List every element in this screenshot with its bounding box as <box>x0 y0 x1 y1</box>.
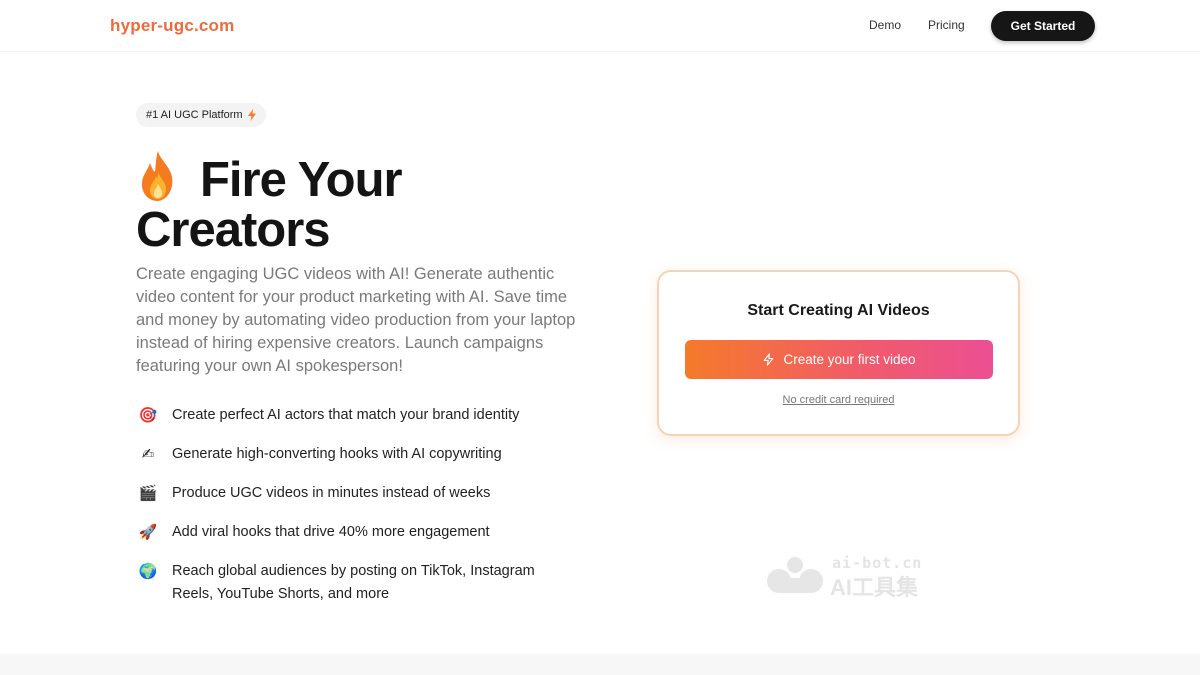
create-first-video-label: Create your first video <box>783 352 916 367</box>
target-icon: 🎯 <box>138 405 158 424</box>
feature-text: Add viral hooks that drive 40% more enga… <box>172 524 490 540</box>
feature-item: 🎬 Produce UGC videos in minutes instead … <box>136 482 576 505</box>
badge-label: #1 AI UGC Platform <box>146 109 243 121</box>
lightning-bolt-icon <box>247 109 256 121</box>
feature-text: Generate high-converting hooks with AI c… <box>172 446 502 462</box>
sparkle-icon <box>764 353 774 366</box>
start-creating-card: Start Creating AI Videos Create your fir… <box>657 270 1020 436</box>
headline-line-1: Fire Your <box>200 153 403 207</box>
nav-link-pricing[interactable]: Pricing <box>928 18 965 32</box>
rocket-icon: 🚀 <box>138 522 158 541</box>
hero-headline: Fire Your Creators <box>136 150 456 255</box>
feature-list: 🎯 Create perfect AI actors that match yo… <box>136 404 576 622</box>
clapper-board-icon: 🎬 <box>138 483 158 502</box>
site-logo[interactable]: hyper-ugc.com <box>110 16 234 36</box>
nav-link-demo[interactable]: Demo <box>869 18 901 32</box>
card-title: Start Creating AI Videos <box>747 302 930 319</box>
no-credit-card-note[interactable]: No credit card required <box>659 394 1018 406</box>
hero-description: Create engaging UGC videos with AI! Gene… <box>136 265 576 375</box>
next-section-edge <box>0 654 1200 675</box>
headline-line-2: Creators <box>136 203 331 257</box>
feature-item: 🎯 Create perfect AI actors that match yo… <box>136 404 576 427</box>
feature-text: Produce UGC videos in minutes instead of… <box>172 485 491 501</box>
feature-text: Create perfect AI actors that match your… <box>172 407 520 423</box>
watermark-title: AI工具集 <box>830 575 919 600</box>
watermark-logo-icon <box>767 557 823 593</box>
top-nav: hyper-ugc.com Demo Pricing Get Started <box>0 0 1200 52</box>
get-started-button[interactable]: Get Started <box>991 11 1095 41</box>
watermark: ai-bot.cn AI工具集 <box>766 554 946 600</box>
fire-icon <box>141 151 173 201</box>
feature-text: Reach global audiences by posting on Tik… <box>172 563 535 602</box>
feature-item: 🚀 Add viral hooks that drive 40% more en… <box>136 521 576 544</box>
writing-hand-icon: ✍ <box>141 444 155 463</box>
feature-item: ✍ Generate high-converting hooks with AI… <box>136 443 576 466</box>
create-first-video-button[interactable]: Create your first video <box>685 340 993 379</box>
globe-icon: 🌍 <box>138 561 158 580</box>
platform-badge: #1 AI UGC Platform <box>136 103 266 127</box>
feature-item: 🌍 Reach global audiences by posting on T… <box>136 560 576 606</box>
